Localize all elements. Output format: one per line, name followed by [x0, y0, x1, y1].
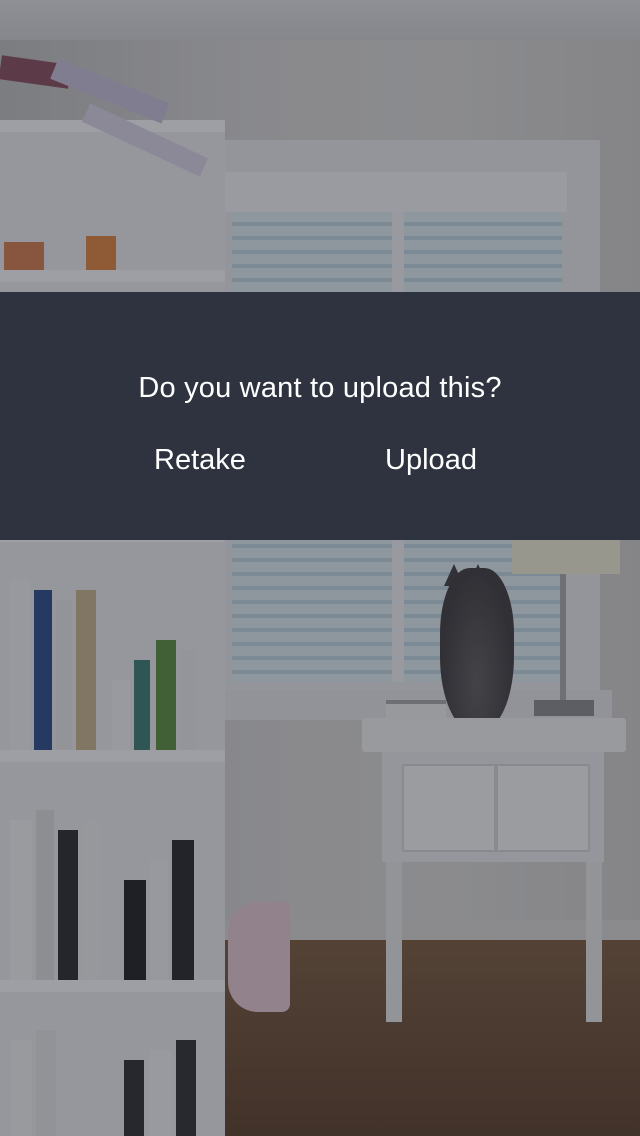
upload-button[interactable]: Upload — [370, 438, 492, 482]
upload-question-text: Do you want to upload this? — [138, 372, 502, 404]
upload-confirmation-screen: Do you want to upload this? Retake Uploa… — [0, 0, 640, 1136]
photo-dim-overlay — [0, 0, 640, 1136]
retake-button[interactable]: Retake — [140, 438, 260, 482]
upload-confirmation-dialog — [0, 292, 640, 540]
